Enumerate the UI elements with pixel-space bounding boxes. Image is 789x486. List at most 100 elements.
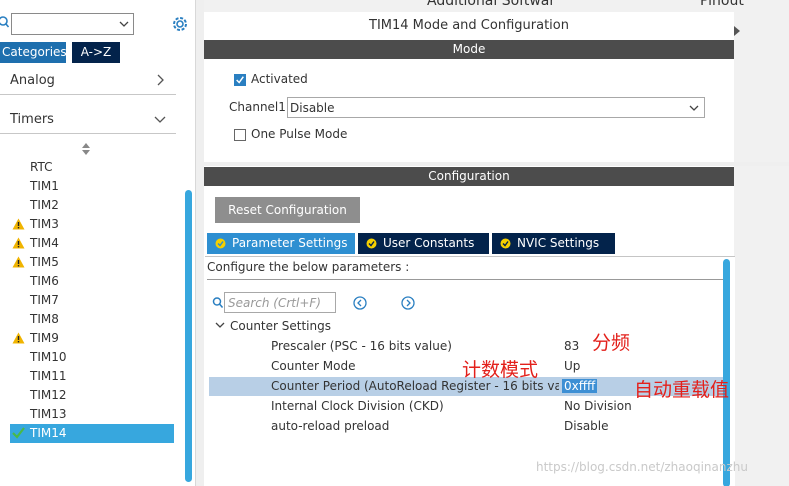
category-analog[interactable]: Analog <box>0 65 176 95</box>
search-icon[interactable] <box>0 16 9 28</box>
app-root: Categories A->Z Analog Timers RTC TIM1 TIM… <box>0 0 789 486</box>
gear-icon[interactable] <box>170 14 190 34</box>
warning-icon <box>12 237 25 249</box>
timer-name: TIM11 <box>30 369 67 383</box>
timer-item[interactable]: RTC <box>10 158 174 177</box>
tab-user-constants[interactable]: User Constants <box>358 233 489 254</box>
timer-item[interactable]: TIM10 <box>10 348 174 367</box>
reset-configuration-button[interactable]: Reset Configuration <box>215 197 360 223</box>
check-icon <box>236 76 244 84</box>
timer-item[interactable]: TIM3 <box>10 215 174 234</box>
timer-name: TIM14 <box>30 426 67 440</box>
one-pulse-checkbox[interactable] <box>234 129 246 141</box>
check-circle-icon <box>215 238 226 249</box>
mode-area: Activated Channel1 Disable One Pulse Mod… <box>204 59 734 162</box>
tab-parameter-settings[interactable]: Parameter Settings <box>207 233 355 254</box>
timer-name: TIM1 <box>30 179 59 193</box>
config-panel: Additional Softwar Pinout TIM14 Mode and… <box>204 0 789 486</box>
parameter-value[interactable]: Disable <box>564 419 609 433</box>
collapse-arrow-icon[interactable] <box>734 26 740 42</box>
timer-list: RTC TIM1 TIM2 TIM3 TIM4 TIM5 TIM6 TIM7 TIM8 TIM9 T… <box>0 158 176 443</box>
timer-item[interactable]: TIM8 <box>10 310 174 329</box>
parameter-search: Search (Crtl+F) <box>212 292 336 313</box>
parameter-search-input[interactable]: Search (Crtl+F) <box>224 292 336 313</box>
channel1-select[interactable]: Disable <box>287 97 705 118</box>
chevron-down-icon <box>154 116 166 123</box>
left-panel: Categories A->Z Analog Timers RTC TIM1 TIM… <box>0 0 196 486</box>
section-separator <box>204 162 789 166</box>
parameter-value[interactable]: 0xffff <box>562 379 598 393</box>
additional-software-tab[interactable]: Additional Softwar <box>427 0 555 9</box>
timer-item[interactable]: TIM5 <box>10 253 174 272</box>
group-label: Counter Settings <box>230 319 331 333</box>
top-toolbar: Additional Softwar Pinout <box>204 0 789 12</box>
timer-name: TIM12 <box>30 388 67 402</box>
timer-name: TIM5 <box>30 255 59 269</box>
parameter-name: auto-reload preload <box>271 419 390 433</box>
timer-name: TIM4 <box>30 236 59 250</box>
timer-name: TIM13 <box>30 407 67 421</box>
parameter-name: Prescaler (PSC - 16 bits value) <box>271 339 452 353</box>
configuration-header: Configuration <box>204 167 734 186</box>
search-icon <box>212 297 223 308</box>
activated-label: Activated <box>251 72 308 86</box>
timer-item[interactable]: TIM9 <box>10 329 174 348</box>
parameter-row[interactable]: auto-reload preload Disable <box>209 417 723 436</box>
annotation-counter-mode: 计数模式 <box>462 359 539 381</box>
check-circle-icon <box>366 238 377 249</box>
parameters-scrollbar[interactable] <box>723 259 730 486</box>
timer-name: TIM7 <box>30 293 59 307</box>
tab-nvic-settings[interactable]: NVIC Settings <box>492 233 615 254</box>
category-timers[interactable]: Timers <box>0 104 176 134</box>
hint-divider <box>207 279 723 280</box>
sort-icon[interactable] <box>81 142 91 156</box>
activated-checkbox[interactable] <box>234 74 246 86</box>
chevron-down-icon <box>689 105 699 111</box>
warning-icon <box>12 256 25 268</box>
parameter-row[interactable]: Prescaler (PSC - 16 bits value) 83 <box>209 337 723 356</box>
timer-item[interactable]: TIM7 <box>10 291 174 310</box>
chevron-down-icon <box>215 322 225 328</box>
category-filter-combo[interactable] <box>11 13 134 35</box>
warning-icon <box>12 218 25 230</box>
next-match-icon[interactable] <box>401 296 415 310</box>
page-title: TIM14 Mode and Configuration <box>204 12 734 40</box>
one-pulse-label: One Pulse Mode <box>251 127 348 141</box>
pinout-tab[interactable]: Pinout <box>700 0 744 9</box>
chevron-down-icon <box>119 21 129 27</box>
mode-header: Mode <box>204 40 734 59</box>
warning-icon <box>12 332 25 344</box>
timer-item[interactable]: TIM14 <box>10 424 174 443</box>
parameter-value[interactable]: 83 <box>564 339 579 353</box>
timer-item[interactable]: TIM2 <box>10 196 174 215</box>
timer-item[interactable]: TIM6 <box>10 272 174 291</box>
timer-name: TIM6 <box>30 274 59 288</box>
tab-label: User Constants <box>383 236 475 250</box>
timer-item[interactable]: TIM11 <box>10 367 174 386</box>
timer-item[interactable]: TIM13 <box>10 405 174 424</box>
tab-label: Parameter Settings <box>232 236 348 250</box>
channel1-value: Disable <box>290 101 335 115</box>
timer-item[interactable]: TIM1 <box>10 177 174 196</box>
timer-name: TIM9 <box>30 331 59 345</box>
search-placeholder: Search (Crtl+F) <box>228 296 321 310</box>
tab-a-z[interactable]: A->Z <box>72 42 120 63</box>
category-search <box>0 13 196 35</box>
counter-settings-group[interactable]: Counter Settings <box>215 319 331 333</box>
config-hint: Configure the below parameters : <box>207 260 410 274</box>
timer-item[interactable]: TIM12 <box>10 386 174 405</box>
left-scrollbar[interactable] <box>185 190 192 482</box>
tab-categories[interactable]: Categories <box>0 42 67 63</box>
parameter-value[interactable]: No Division <box>564 399 632 413</box>
annotation-period: 自动重载值 <box>634 379 730 401</box>
parameter-value[interactable]: Up <box>564 359 580 373</box>
category-label: Analog <box>10 73 55 88</box>
timer-name: TIM8 <box>30 312 59 326</box>
previous-match-icon[interactable] <box>353 296 367 310</box>
timer-name: RTC <box>30 160 53 174</box>
panel-divider[interactable] <box>196 0 204 486</box>
parameter-name: Internal Clock Division (CKD) <box>271 399 444 413</box>
check-icon <box>12 427 25 439</box>
timer-item[interactable]: TIM4 <box>10 234 174 253</box>
timer-name: TIM3 <box>30 217 59 231</box>
